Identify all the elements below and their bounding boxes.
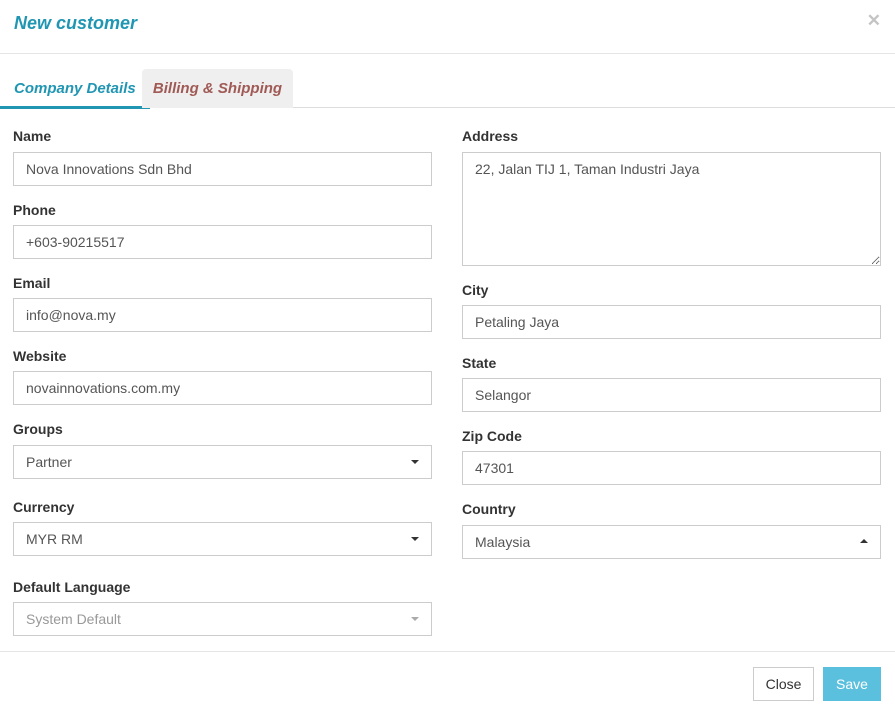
caret-down-icon — [411, 460, 419, 464]
phone-label: Phone — [13, 202, 56, 218]
caret-up-icon — [860, 539, 868, 543]
default-language-selected-value: System Default — [26, 611, 121, 627]
currency-select[interactable]: MYR RM — [13, 522, 432, 556]
tab-bar: Company Details Billing & Shipping — [0, 69, 895, 109]
email-field-group: Email — [13, 275, 432, 333]
country-field-group: Country Malaysia — [462, 501, 881, 559]
modal-title: New customer — [14, 13, 138, 33]
address-textarea[interactable]: 22, Jalan TIJ 1, Taman Industri Jaya — [462, 152, 881, 266]
tab-company-details[interactable]: Company Details — [0, 69, 150, 109]
address-field-group: Address 22, Jalan TIJ 1, Taman Industri … — [462, 128, 881, 268]
groups-select[interactable]: Partner — [13, 445, 432, 479]
caret-down-icon — [411, 617, 419, 621]
phone-field-group: Phone — [13, 202, 432, 260]
zip-code-label: Zip Code — [462, 428, 522, 444]
state-input[interactable] — [462, 378, 881, 412]
country-select[interactable]: Malaysia — [462, 525, 881, 559]
address-label: Address — [462, 128, 519, 144]
state-field-group: State — [462, 355, 881, 413]
state-label: State — [462, 355, 497, 371]
tab-billing-shipping[interactable]: Billing & Shipping — [142, 69, 293, 108]
default-language-field-group: Default Language System Default — [13, 579, 432, 637]
country-selected-value: Malaysia — [475, 534, 531, 550]
website-label: Website — [13, 348, 67, 364]
groups-selected-value: Partner — [26, 454, 72, 470]
currency-field-group: Currency MYR RM — [13, 499, 432, 557]
groups-label: Groups — [13, 421, 63, 437]
close-button[interactable]: Close — [753, 667, 814, 701]
modal-footer: Close Save — [0, 651, 895, 714]
phone-input[interactable] — [13, 225, 432, 259]
website-input[interactable] — [13, 371, 432, 405]
website-field-group: Website — [13, 348, 432, 406]
email-input[interactable] — [13, 298, 432, 332]
caret-down-icon — [411, 537, 419, 541]
zip-code-field-group: Zip Code — [462, 428, 881, 486]
default-language-label: Default Language — [13, 579, 131, 595]
name-label: Name — [13, 128, 52, 144]
email-label: Email — [13, 275, 51, 291]
zip-code-input[interactable] — [462, 451, 881, 485]
currency-label: Currency — [13, 499, 75, 515]
groups-field-group: Groups Partner — [13, 421, 432, 479]
currency-selected-value: MYR RM — [26, 531, 83, 547]
save-button[interactable]: Save — [823, 667, 881, 701]
country-label: Country — [462, 501, 516, 517]
name-field-group: Name — [13, 128, 432, 186]
name-input[interactable] — [13, 152, 432, 186]
city-input[interactable] — [462, 305, 881, 339]
default-language-select[interactable]: System Default — [13, 602, 432, 636]
city-field-group: City — [462, 282, 881, 340]
close-icon[interactable]: ✕ — [867, 12, 881, 30]
modal-header: New customer ✕ — [0, 0, 895, 54]
city-label: City — [462, 282, 489, 298]
